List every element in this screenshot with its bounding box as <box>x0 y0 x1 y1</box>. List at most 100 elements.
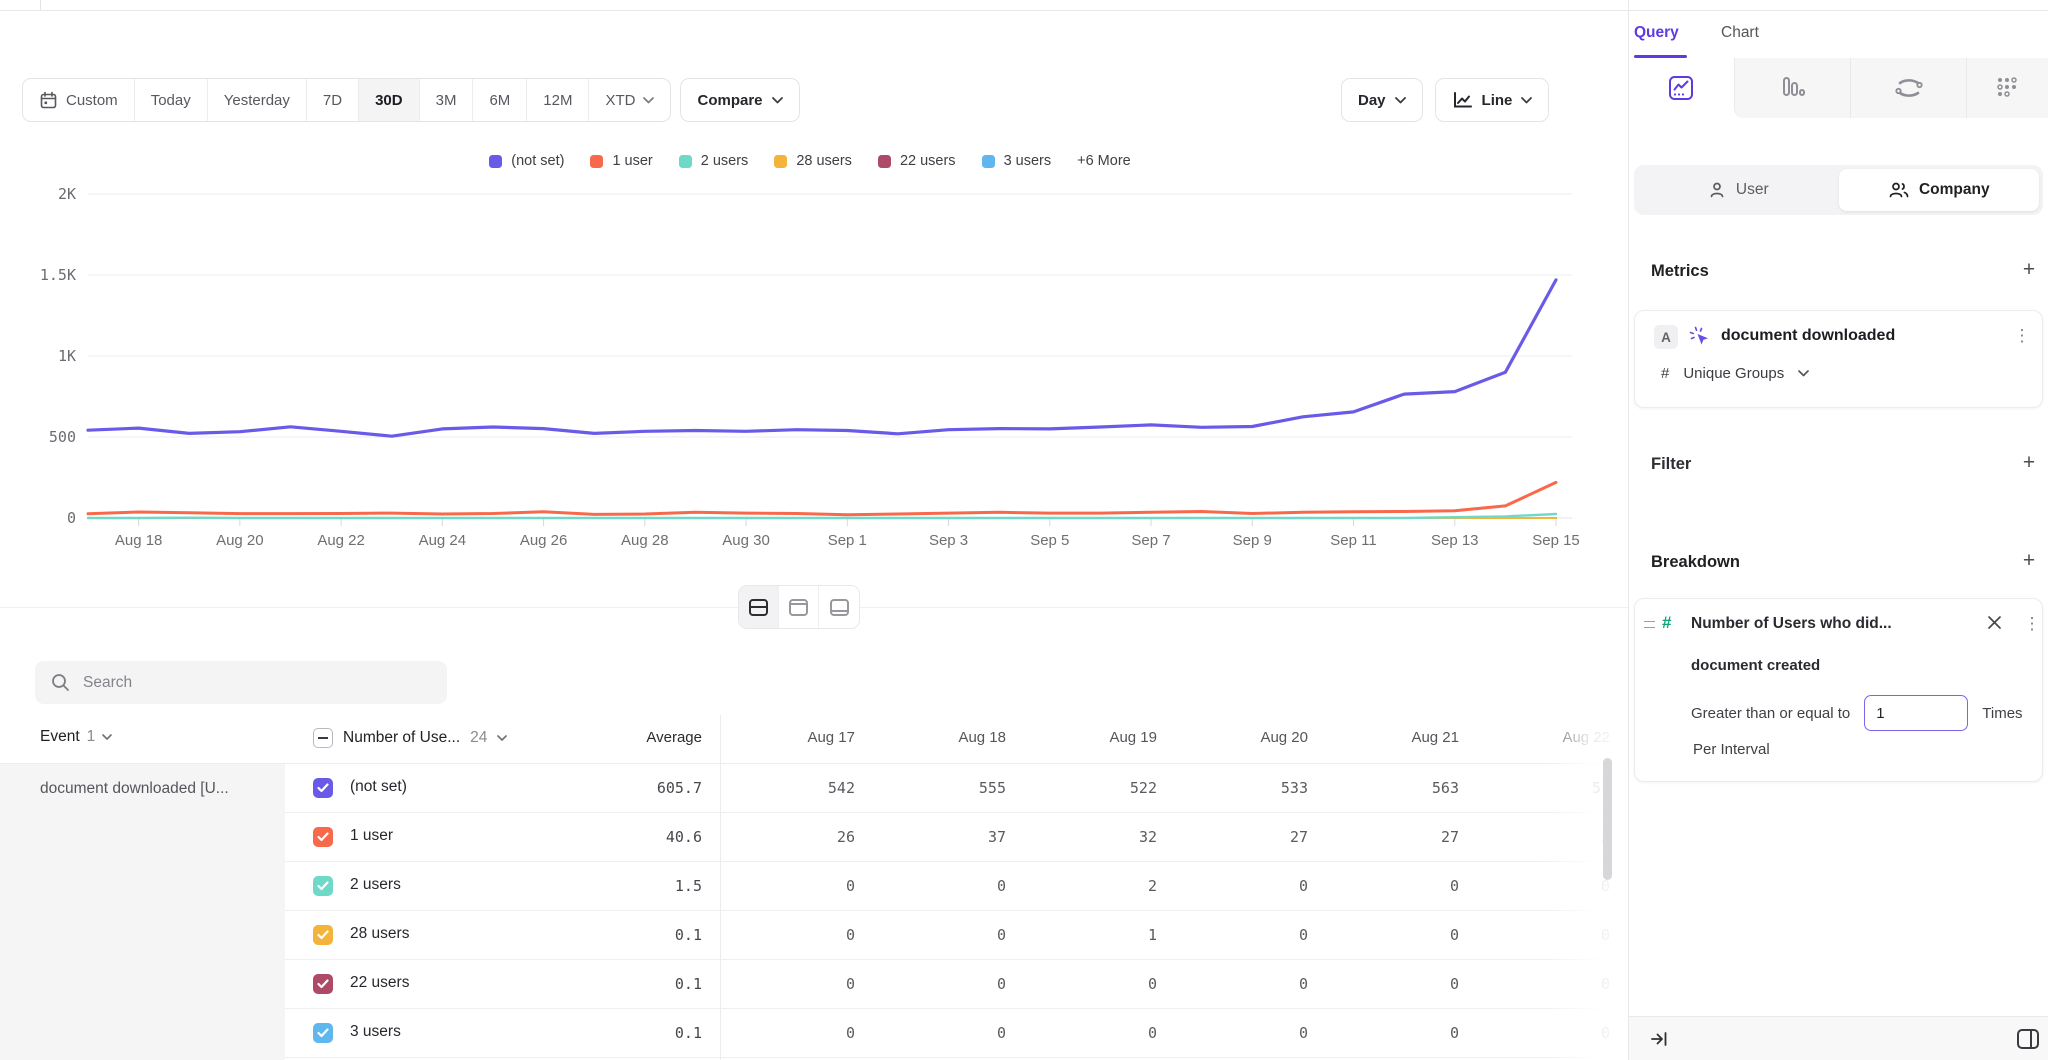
date-range-group: CustomTodayYesterday7D30D3M6M12MXTD <box>22 78 671 122</box>
chart-type-tabs <box>1629 58 2048 118</box>
metric-column-header[interactable]: Number of Use... 24 <box>313 728 507 748</box>
check-icon <box>317 979 329 989</box>
range-custom-button[interactable]: Custom <box>23 79 135 121</box>
x-axis-label: Sep 13 <box>1431 532 1479 549</box>
tab-chart[interactable]: Chart <box>1721 24 1759 42</box>
times-value-input[interactable] <box>1864 695 1968 731</box>
breakdown-options-kebab[interactable]: ⋮ <box>2023 615 2041 632</box>
collapse-panel-icon[interactable] <box>1649 1029 1669 1049</box>
chevron-down-icon <box>1395 97 1406 104</box>
chevron-down-icon <box>497 735 507 741</box>
metric-header-label: Number of Use... <box>343 729 460 747</box>
breakdown-card[interactable]: # Number of Users who did... ⋮ document … <box>1634 598 2043 782</box>
range-30d-button[interactable]: 30D <box>359 79 420 121</box>
line-chart: 05001K1.5K2KAug 18Aug 20Aug 22Aug 24Aug … <box>0 180 1628 550</box>
row-checkbox[interactable] <box>313 876 333 896</box>
range-yesterday-button[interactable]: Yesterday <box>208 79 307 121</box>
x-axis-label: Sep 7 <box>1131 532 1170 549</box>
granularity-label: Day <box>1358 92 1386 109</box>
row-cell: 0 <box>855 975 1006 993</box>
add-filter-button[interactable]: + <box>2017 451 2041 475</box>
scope-user-option[interactable]: User <box>1638 169 1839 211</box>
row-cell: 0 <box>855 1024 1006 1042</box>
range-12m-button[interactable]: 12M <box>527 79 589 121</box>
row-checkbox[interactable] <box>313 974 333 994</box>
legend-swatch <box>489 155 502 168</box>
select-all-checkbox[interactable] <box>313 728 333 748</box>
y-axis-label: 1K <box>58 347 76 365</box>
x-axis-label: Sep 9 <box>1233 532 1272 549</box>
legend-item[interactable]: 22 users <box>878 153 956 169</box>
close-icon[interactable] <box>1987 615 2002 630</box>
row-checkbox[interactable] <box>313 925 333 945</box>
series-line-1-user[interactable] <box>88 482 1556 514</box>
range-3m-button[interactable]: 3M <box>420 79 474 121</box>
legend-item[interactable]: 28 users <box>774 153 852 169</box>
tab-retention[interactable] <box>1966 58 2048 118</box>
table-row: 22 users0.1000000 <box>0 960 1628 1009</box>
metric-measure-dropdown[interactable]: # Unique Groups <box>1661 365 1809 382</box>
line-chart-icon <box>1452 91 1473 109</box>
search-input[interactable]: Search <box>35 661 447 704</box>
layout-split-button[interactable] <box>739 586 779 628</box>
flow-tab-icon <box>1895 76 1923 100</box>
range-xtd-button[interactable]: XTD <box>589 79 670 121</box>
tab-query[interactable]: Query <box>1634 24 1679 42</box>
add-breakdown-button[interactable]: + <box>2017 549 2041 573</box>
metric-options-kebab[interactable]: ⋮ <box>2013 327 2031 344</box>
row-cell: 27 <box>1157 828 1308 846</box>
row-label: (not set) <box>350 778 407 796</box>
range-7d-button[interactable]: 7D <box>307 79 359 121</box>
legend-more-button[interactable]: +6 More <box>1077 153 1131 169</box>
chart-type-button[interactable]: Line <box>1435 78 1550 122</box>
scope-company-option[interactable]: Company <box>1839 169 2040 211</box>
layout-table-only-button[interactable] <box>819 586 859 628</box>
layout-chart-only-button[interactable] <box>779 586 819 628</box>
row-checkbox[interactable] <box>313 827 333 847</box>
add-metric-button[interactable]: + <box>2017 258 2041 282</box>
date-column-header: Aug 21 <box>1308 729 1459 746</box>
tab-line-chart[interactable] <box>1629 58 1734 118</box>
side-panel-icon[interactable] <box>2015 1026 2041 1052</box>
search-placeholder: Search <box>83 674 132 692</box>
table-scrollbar[interactable] <box>1603 758 1612 880</box>
metric-card[interactable]: A document downloaded ⋮ # Unique Groups <box>1634 310 2043 408</box>
condition-label: Greater than or equal to <box>1691 705 1850 722</box>
legend-item[interactable]: (not set) <box>489 153 564 169</box>
legend-item[interactable]: 3 users <box>982 153 1052 169</box>
row-cell: 533 <box>1157 779 1308 797</box>
granularity-button[interactable]: Day <box>1341 78 1423 122</box>
x-axis-label: Sep 15 <box>1532 532 1580 549</box>
legend-item[interactable]: 2 users <box>679 153 749 169</box>
legend-swatch <box>878 155 891 168</box>
row-cell: 27 <box>1308 828 1459 846</box>
row-checkbox[interactable] <box>313 1023 333 1043</box>
row-cell: 26 <box>704 828 855 846</box>
scope-user-label: User <box>1736 181 1769 199</box>
date-column-header: Aug 19 <box>1006 729 1157 746</box>
compare-button[interactable]: Compare <box>680 78 799 122</box>
measure-type-icon: # <box>1661 365 1669 382</box>
top-border <box>0 10 2048 11</box>
row-average: 605.7 <box>551 779 702 797</box>
row-cell: 1 <box>1006 926 1157 944</box>
date-range-toolbar: CustomTodayYesterday7D30D3M6M12MXTD Comp… <box>22 78 800 122</box>
main-content: CustomTodayYesterday7D30D3M6M12MXTD Comp… <box>0 0 1628 1060</box>
row-cell: 542 <box>704 779 855 797</box>
event-column-header[interactable]: Event 1 <box>40 728 112 746</box>
check-icon <box>317 1028 329 1038</box>
range-today-button[interactable]: Today <box>135 79 208 121</box>
legend-item[interactable]: 1 user <box>590 153 652 169</box>
row-checkbox[interactable] <box>313 778 333 798</box>
series-line--not-set-[interactable] <box>88 280 1556 436</box>
average-column-header: Average <box>551 729 702 746</box>
tab-flow[interactable] <box>1850 58 1966 118</box>
tab-bar-chart[interactable] <box>1734 58 1851 118</box>
query-panel: Query Chart User Company Metrics + A d <box>1628 0 2048 1060</box>
row-cell: 0 <box>1308 1024 1459 1042</box>
x-axis-label: Sep 1 <box>828 532 867 549</box>
row-label: 22 users <box>350 974 409 992</box>
drag-handle-icon[interactable] <box>1644 621 1655 628</box>
table-row: 3 users0.1000000 <box>0 1009 1628 1058</box>
range-6m-button[interactable]: 6M <box>473 79 527 121</box>
